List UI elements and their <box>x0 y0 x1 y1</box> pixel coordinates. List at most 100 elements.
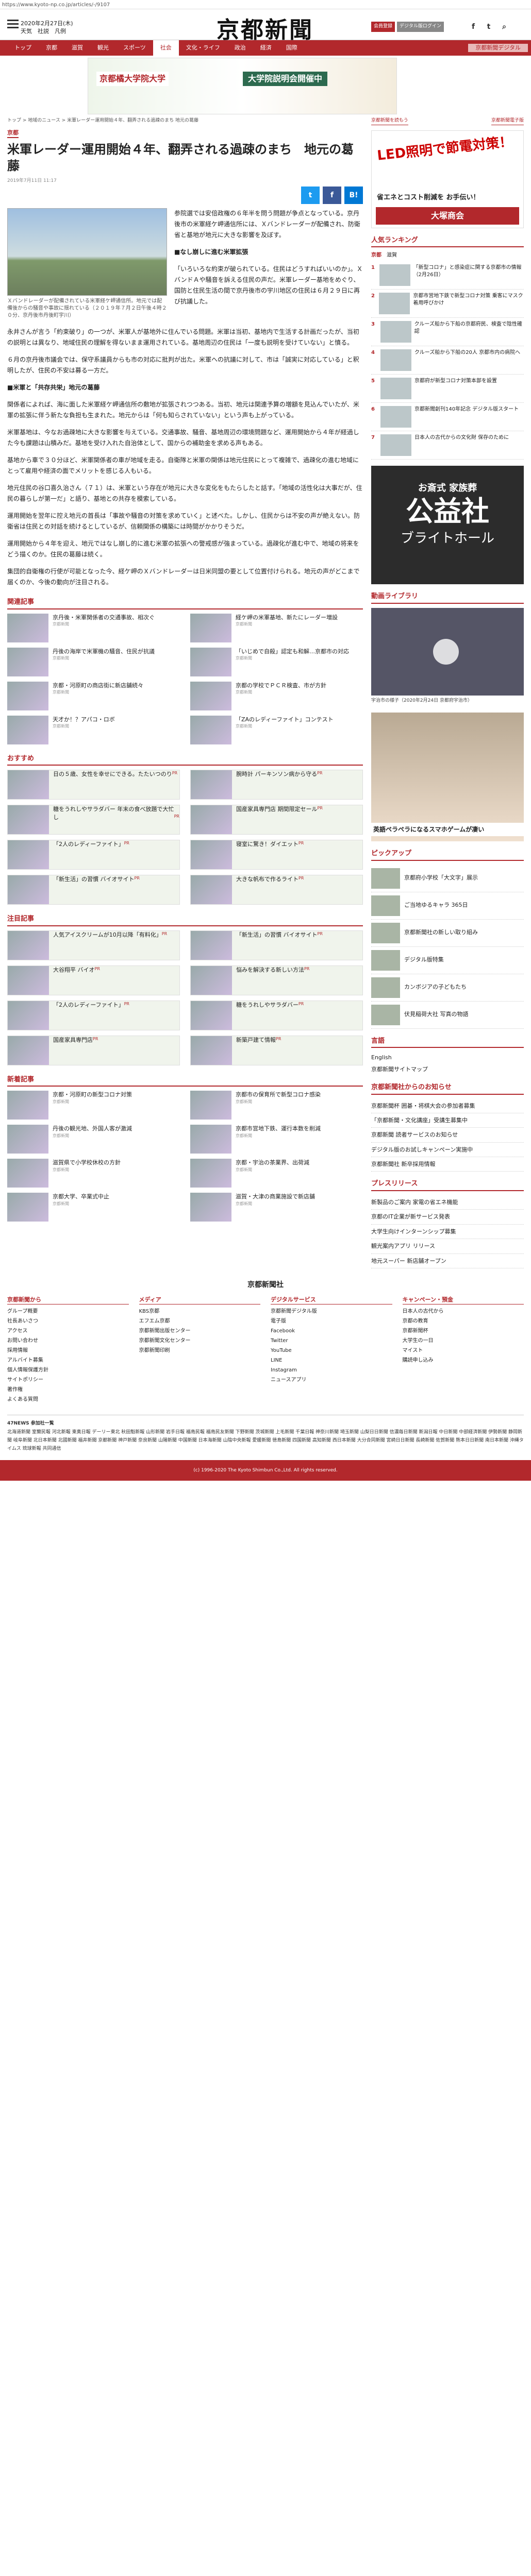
search-icon[interactable]: ⌕ <box>500 23 508 31</box>
facebook-share-icon[interactable]: f <box>323 187 341 205</box>
recommend-item[interactable]: 寝室に驚き！ダイエット PR <box>190 840 363 870</box>
nav-shiga[interactable]: 滋賀 <box>64 44 90 53</box>
press-item[interactable]: 大学生向けインターンシップ募集 <box>371 1225 524 1240</box>
related-item[interactable]: 丹後の海岸で米軍機の騒音、住民が抗議 京都新聞 <box>7 647 180 676</box>
new-item[interactable]: 丹後の観光地、外国人客が激減 京都新聞 <box>7 1125 180 1154</box>
notice-item[interactable]: 京都新聞杯 囲碁・将棋大会の参加者募集 <box>371 1099 524 1113</box>
ranking-item[interactable]: 3 クルーズ船から下船の京都府民、検査で陰性確認 <box>371 318 524 346</box>
related-item[interactable]: 「ZAのレディーファイト」コンテスト 京都新聞 <box>190 715 363 744</box>
pickup-item[interactable]: 京都新聞社の新しい取り組み <box>371 920 524 947</box>
press-item[interactable]: 地元スーパー 新店舗オープン <box>371 1254 524 1268</box>
popular-item[interactable]: 新築戸建て情報 PR <box>190 1035 363 1065</box>
new-item[interactable]: 京都・河原町の新型コロナ対策 京都新聞 <box>7 1091 180 1120</box>
recommend-item[interactable]: 日の５歳、女性を幸せにできる。たたいつのり PR <box>7 770 180 800</box>
notice-item[interactable]: デジタル版のお試しキャンペーン実施中 <box>371 1143 524 1158</box>
facebook-icon[interactable]: f <box>469 23 477 31</box>
nav-sports[interactable]: スポーツ <box>116 44 153 53</box>
related-item[interactable]: 京丹後・米軍関係者の交通事故、相次ぐ 京都新聞 <box>7 613 180 642</box>
popular-item[interactable]: 大谷翔平 バイオ PR <box>7 965 180 995</box>
footer-logo[interactable]: 京都新聞社 <box>0 1280 531 1291</box>
breadcrumb[interactable]: トップ > 地域のニュース > 米軍レーダー運用開始４年、翻弄される過疎のまち … <box>7 114 363 128</box>
recommend-item[interactable]: 糖をうれしやサラダバー 年末の食べ放題で大忙し PR <box>7 805 180 835</box>
ranking-item[interactable]: 5 京都府が新型コロナ対策本部を設置 <box>371 375 524 403</box>
popular-item[interactable]: 人気アイスクリームが10月以降「有料化」 PR <box>7 930 180 960</box>
popular-item[interactable]: 「新生活」の習慣 バイオサイト PR <box>190 930 363 960</box>
footer-link-group[interactable]: KBS京都 エフエム京都 京都新聞出版センター 京都新聞文化センター 京都新聞印刷 <box>139 1307 261 1355</box>
related-item[interactable]: 天才か！？アパコ・ロボ 京都新聞 <box>7 715 180 744</box>
sidebar-link[interactable]: 京都新聞電子版 <box>491 117 524 125</box>
pickup-item[interactable]: 伏見稲荷大社 写真の物語 <box>371 1002 524 1029</box>
new-item[interactable]: 京都・宇治の茶業界、出荷減 京都新聞 <box>190 1159 363 1188</box>
site-header: 2020年2月27日(木) 天気 社説 凡例 京都新聞 会員登録 デジタル版ログイン… <box>0 9 531 43</box>
notice-item[interactable]: 京都新聞 読者サービスのお知らせ <box>371 1128 524 1143</box>
sidebar-ad-funeral[interactable]: お斎式 家族葬 公益社 ブライトホール <box>371 466 524 584</box>
sitemap-link[interactable]: 京都新聞サイトマップ <box>371 1064 524 1076</box>
new-item[interactable]: 京都市の保育所で新型コロナ感染 京都新聞 <box>190 1091 363 1120</box>
sidebar-ad-led[interactable]: LED照明で節電対策！ 省エネとコスト削減を お手伝い！ 大塚商会 <box>371 130 524 228</box>
new-item[interactable]: 滋賀県で小学校休校の方針 京都新聞 <box>7 1159 180 1188</box>
twitter-icon[interactable]: t <box>485 23 493 31</box>
sidebar-link[interactable]: 京都新聞を読もう <box>371 117 408 125</box>
ranking-tab-kyoto[interactable]: 京都 <box>371 251 381 259</box>
site-logo[interactable]: 京都新聞 <box>217 13 313 47</box>
video-player[interactable] <box>371 607 524 696</box>
related-item[interactable]: 京都・河原町の商店街に新店舗続々 京都新聞 <box>7 681 180 710</box>
thumbnail <box>7 1125 48 1154</box>
hatena-share-icon[interactable]: B! <box>344 187 363 205</box>
partner-links[interactable]: 北海道新聞 室蘭民報 河北新報 東奥日報 デーリー東北 秋田魁新報 山形新聞 岩… <box>7 1428 524 1453</box>
pickup-item[interactable]: カンボジアの子どもたち <box>371 974 524 1002</box>
url-bar[interactable]: https://www.kyoto-np.co.jp/articles/-/91… <box>0 0 531 9</box>
login-button[interactable]: デジタル版ログイン <box>397 22 444 32</box>
pickup-item[interactable]: デジタル版特集 <box>371 947 524 974</box>
footer-link-group[interactable]: 京都新聞デジタル版 電子版 Facebook Twitter YouTube LINE In… <box>271 1307 392 1385</box>
recommend-item[interactable]: 国産家具専門店 期間限定セール PR <box>190 805 363 835</box>
related-item[interactable]: 京都の学校でＰＣＲ検査、市が方針 京都新聞 <box>190 681 363 710</box>
related-item[interactable]: 経ケ岬の米軍基地、新たにレーダー増設 京都新聞 <box>190 613 363 642</box>
category-label[interactable]: 京都 <box>7 129 19 138</box>
article-photo[interactable] <box>7 208 167 296</box>
thumbnail <box>7 681 48 710</box>
pickup-item[interactable]: 京都府小学校「大文字」展示 <box>371 865 524 892</box>
ranking-item[interactable]: 7 日本人の古代からの文化財 保存のために <box>371 431 524 460</box>
recommend-item[interactable]: 「新生活」の習慣 バイオサイト PR <box>7 875 180 905</box>
twitter-share-icon[interactable]: t <box>301 187 320 205</box>
sidebar-ad-game[interactable]: 英語ペラペラになるスマホゲームが凄い <box>371 713 524 841</box>
ranking-tab-shiga[interactable]: 滋賀 <box>387 251 397 259</box>
notice-item[interactable]: 京都新聞社 新卒採用情報 <box>371 1157 524 1172</box>
menu-icon[interactable] <box>7 20 19 29</box>
thumbnail <box>371 950 400 971</box>
nav-kanko[interactable]: 観光 <box>90 44 116 53</box>
popular-item[interactable]: 悩みを解決する新しい方法 PR <box>190 965 363 995</box>
ranking-item[interactable]: 6 京都新聞創刊140年記念 デジタル版スタート <box>371 403 524 431</box>
popular-item[interactable]: 国産家具専門店 PR <box>7 1035 180 1065</box>
press-item[interactable]: 観光案内アプリ リリース <box>371 1239 524 1254</box>
footer-link-group[interactable]: 日本人の古代から 京都の教育 京都新聞杯 大学生の一日 マイスト 購読申し込み <box>403 1307 524 1365</box>
recommend-item[interactable]: 腕時計 パーキンソン病から守る PR <box>190 770 363 800</box>
press-item[interactable]: 新製品のご案内 家電の省エネ機能 <box>371 1195 524 1210</box>
recommend-item[interactable]: 「2人のレディーファイト」 PR <box>7 840 180 870</box>
recommend-item[interactable]: 大きな帆布で作るライト PR <box>190 875 363 905</box>
notice-item[interactable]: 「京都新聞・文化講座」受講生募集中 <box>371 1113 524 1128</box>
thumbnail <box>380 349 411 371</box>
new-item[interactable]: 滋賀・大津の商業施設で新店舗 京都新聞 <box>190 1193 363 1222</box>
nav-top[interactable]: トップ <box>7 44 39 53</box>
ranking-item[interactable]: 2 京都市営地下鉄で新型コロナ対策 乗客にマスク着用呼びかけ <box>371 290 524 318</box>
press-item[interactable]: 京都のIT企業が新サービス発表 <box>371 1210 524 1225</box>
ranking-item[interactable]: 4 クルーズ船から下船の20人 京都市内の病院へ <box>371 346 524 375</box>
pickup-item[interactable]: ご当地ゆるキャラ 365日 <box>371 892 524 920</box>
footer-link-group[interactable]: グループ概要 社長あいさつ アクセス お問い合わせ 採用情報 アルバイト募集 個人情報保護方… <box>7 1307 129 1404</box>
nav-shakai[interactable]: 社会 <box>153 40 179 56</box>
ranking-item[interactable]: 1 「新型コロナ」と感染症に関する京都市の情報（2月26日） <box>371 261 524 290</box>
new-item[interactable]: 京都市営地下鉄、運行本数を削減 京都新聞 <box>190 1125 363 1154</box>
register-button[interactable]: 会員登録 <box>371 22 395 32</box>
new-item[interactable]: 京都大学、卒業式中止 京都新聞 <box>7 1193 180 1222</box>
english-link[interactable]: English <box>371 1052 524 1064</box>
popular-item[interactable]: 「2人のレディーファイト」 PR <box>7 1000 180 1030</box>
popular-item[interactable]: 糖をうれしやサラダバー PR <box>190 1000 363 1030</box>
sidebar: 京都新聞を読もう 京都新聞電子版 LED照明で節電対策！ 省エネとコスト削減を お… <box>371 114 524 1268</box>
nav-kyoto[interactable]: 京都 <box>39 44 64 53</box>
play-icon[interactable] <box>433 638 459 665</box>
nav-digital[interactable]: 京都新聞デジタル <box>468 43 528 53</box>
related-item[interactable]: 「いじめで自殺」認定も和解…京都市の対応 京都新聞 <box>190 647 363 676</box>
top-banner-ad[interactable]: 京都橘大学院大学 大学院説明会開催中 <box>88 58 397 114</box>
